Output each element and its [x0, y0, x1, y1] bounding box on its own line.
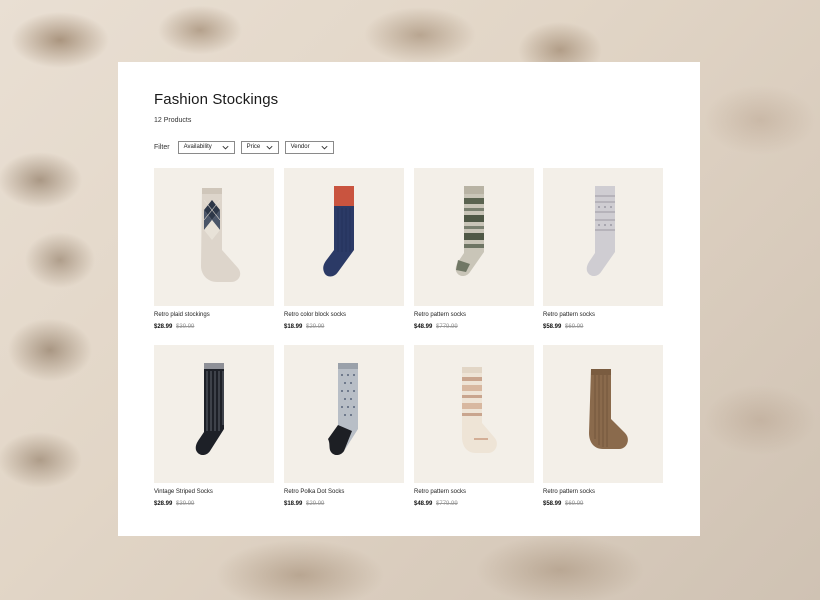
product-image[interactable] — [414, 168, 534, 306]
product-price: $28.99 — [154, 501, 173, 507]
product-price: $18.99 — [284, 501, 303, 507]
product-price: $48.99 — [414, 501, 433, 507]
product-name[interactable]: Retro pattern socks — [543, 489, 663, 495]
product-image[interactable] — [414, 345, 534, 483]
product-card[interactable]: Retro pattern socks $48.99 $779.99 — [414, 168, 534, 330]
filter-vendor-label: Vendor — [290, 144, 310, 150]
product-compare-price: $29.99 — [306, 324, 325, 330]
fairisle-cream-sock-image — [462, 367, 497, 453]
page-title: Fashion Stockings — [154, 91, 279, 108]
product-image[interactable] — [284, 345, 404, 483]
product-card[interactable]: Retro color block socks $18.99 $29.99 — [284, 168, 404, 330]
filter-label: Filter — [154, 143, 170, 151]
product-price: $58.99 — [543, 324, 562, 330]
product-price-row: $48.99 $779.99 — [414, 324, 534, 330]
product-card[interactable]: Retro pattern socks $58.99 $69.99 — [543, 345, 663, 507]
product-compare-price: $29.99 — [306, 501, 325, 507]
product-name[interactable]: Retro plaid stockings — [154, 312, 274, 318]
product-compare-price: $69.99 — [565, 324, 584, 330]
product-price-row: $28.99 $39.99 — [154, 501, 274, 507]
product-name[interactable]: Retro Polka Dot Socks — [284, 489, 404, 495]
product-name[interactable]: Retro pattern socks — [414, 312, 534, 318]
product-price-row: $48.99 $779.99 — [414, 501, 534, 507]
product-image[interactable] — [543, 168, 663, 306]
product-compare-price: $779.99 — [436, 324, 458, 330]
product-card[interactable]: Retro plaid stockings $28.99 $39.99 — [154, 168, 274, 330]
product-price-row: $58.99 $69.99 — [543, 324, 663, 330]
product-card[interactable]: Retro pattern socks $48.99 $779.99 — [414, 345, 534, 507]
product-name[interactable]: Retro pattern socks — [543, 312, 663, 318]
colorblock-sock-image — [323, 186, 354, 277]
chevron-down-icon — [222, 145, 229, 149]
collection-panel: Fashion Stockings 12 Products Filter Ava… — [118, 62, 700, 536]
product-price-row: $18.99 $29.99 — [284, 324, 404, 330]
product-card[interactable]: Retro pattern socks $58.99 $69.99 — [543, 168, 663, 330]
product-compare-price: $69.99 — [565, 501, 584, 507]
filter-bar: Filter Availability Price Vendor — [154, 140, 340, 154]
product-name[interactable]: Retro color block socks — [284, 312, 404, 318]
product-image[interactable] — [284, 168, 404, 306]
filter-price-label: Price — [246, 144, 261, 150]
product-price-row: $18.99 $29.99 — [284, 501, 404, 507]
product-card[interactable]: Vintage Striped Socks $28.99 $39.99 — [154, 345, 274, 507]
product-price: $28.99 — [154, 324, 173, 330]
product-price: $18.99 — [284, 324, 303, 330]
filter-availability-label: Availability — [183, 144, 212, 150]
grey-knit-sock-image — [586, 186, 615, 277]
product-price: $58.99 — [543, 501, 562, 507]
filter-vendor-dropdown[interactable]: Vendor — [284, 140, 334, 154]
product-price: $48.99 — [414, 324, 433, 330]
chevron-down-icon — [266, 145, 273, 149]
chevron-down-icon — [321, 145, 328, 149]
product-image[interactable] — [543, 345, 663, 483]
product-image[interactable] — [154, 168, 274, 306]
product-image[interactable] — [154, 345, 274, 483]
brown-ribbed-sock-image — [589, 369, 628, 449]
product-count: 12 Products — [154, 117, 192, 124]
polkadot-sock-image — [328, 363, 358, 456]
product-card[interactable]: Retro Polka Dot Socks $18.99 $29.99 — [284, 345, 404, 507]
argyle-sock-image — [201, 188, 241, 282]
product-compare-price: $779.99 — [436, 501, 458, 507]
striped-sock-image — [195, 363, 224, 456]
product-price-row: $58.99 $69.99 — [543, 501, 663, 507]
filter-availability-dropdown[interactable]: Availability — [177, 140, 235, 154]
product-compare-price: $39.99 — [176, 501, 195, 507]
fairisle-grey-sock-image — [455, 186, 484, 277]
product-name[interactable]: Retro pattern socks — [414, 489, 534, 495]
filter-price-dropdown[interactable]: Price — [240, 140, 279, 154]
product-price-row: $28.99 $39.99 — [154, 324, 274, 330]
product-name[interactable]: Vintage Striped Socks — [154, 489, 274, 495]
product-compare-price: $39.99 — [176, 324, 195, 330]
